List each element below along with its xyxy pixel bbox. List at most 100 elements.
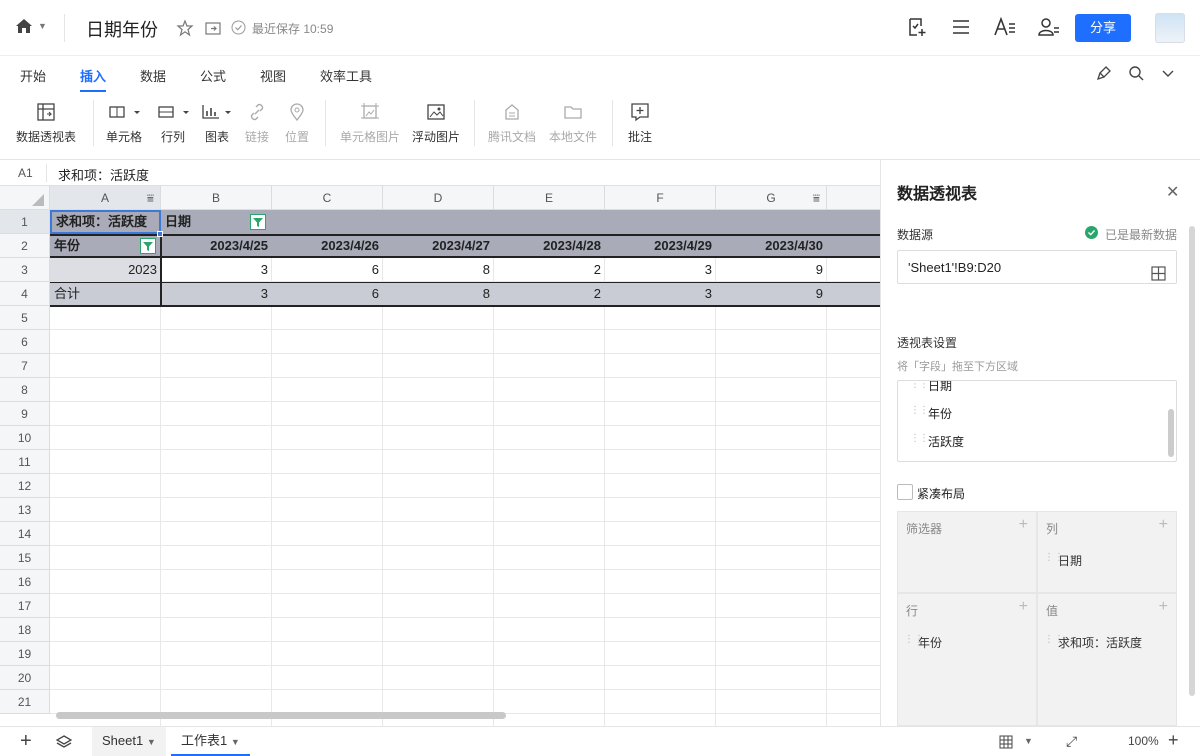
total-cell[interactable]: 3 <box>605 282 716 306</box>
row-header[interactable]: 10 <box>0 426 50 450</box>
cell-reference[interactable]: A1 <box>18 166 33 180</box>
date-header-cell[interactable]: 2023/4/29 <box>605 234 716 258</box>
row-header[interactable]: 7 <box>0 354 50 378</box>
column-filter-icon[interactable]: ⩸ <box>147 186 154 210</box>
fill-handle[interactable] <box>157 231 163 237</box>
row-header[interactable]: 4 <box>0 282 50 306</box>
collaborators-icon[interactable] <box>1037 16 1061 41</box>
sheet-tab-worksheet1[interactable]: 工作表1 ▼ <box>171 727 250 756</box>
star-icon[interactable] <box>176 19 194 40</box>
share-button[interactable]: 分享 <box>1075 14 1131 42</box>
row-header[interactable]: 13 <box>0 498 50 522</box>
column-zone[interactable]: 列 + ⋮⋮ 日期 <box>1037 511 1177 593</box>
value-zone-item[interactable]: 求和项：活跃度 <box>1058 634 1142 651</box>
filter-icon[interactable] <box>140 238 156 254</box>
sheet-list-icon[interactable] <box>55 734 73 753</box>
floating-image-button[interactable]: 浮动图片 <box>412 102 460 145</box>
spreadsheet-grid[interactable]: A ⩸ B C D E F G ⩸ 1 2 3 4 5 6 7 8 9 10 11 12 13 14 15 16 1… <box>0 186 880 726</box>
column-header-f[interactable]: F <box>605 186 716 210</box>
tab-view[interactable]: 视图 <box>260 66 286 85</box>
field-list-scrollbar[interactable] <box>1168 409 1174 457</box>
add-icon[interactable]: + <box>1159 598 1168 616</box>
total-label-cell[interactable]: 合计 <box>50 282 161 306</box>
tab-insert[interactable]: 插入 <box>80 66 107 92</box>
local-file-button[interactable]: 本地文件 <box>549 102 597 145</box>
column-header-a[interactable]: A ⩸ <box>50 186 161 210</box>
field-list[interactable]: ⋮⋮ 日期 ⋮⋮ 年份 ⋮⋮ 活跃度 <box>897 380 1177 462</box>
row-header[interactable]: 11 <box>0 450 50 474</box>
pivot-value-field-cell[interactable]: 求和项：活跃度 <box>50 210 161 234</box>
date-header-cell[interactable]: 2023/4/26 <box>272 234 383 258</box>
row-header[interactable]: 9 <box>0 402 50 426</box>
tab-formula[interactable]: 公式 <box>200 66 226 85</box>
close-icon[interactable]: ✕ <box>1166 182 1179 202</box>
value-cell[interactable]: 9 <box>716 258 827 282</box>
pivot-table-button[interactable]: 数据透视表 <box>16 102 76 145</box>
row-header[interactable]: 6 <box>0 330 50 354</box>
field-item-activity[interactable]: 活跃度 <box>928 433 964 450</box>
collapse-chevron-icon[interactable] <box>1160 64 1176 85</box>
date-header-cell[interactable]: 2023/4/30 <box>716 234 827 258</box>
zoom-level[interactable]: 100% <box>1128 734 1159 748</box>
date-header-cell[interactable]: 2023/4/28 <box>494 234 605 258</box>
row-header[interactable]: 18 <box>0 618 50 642</box>
compact-layout-checkbox[interactable] <box>897 484 913 500</box>
pivot-column-field-cell[interactable]: 日期 <box>161 210 241 234</box>
avatar[interactable] <box>1155 13 1185 43</box>
value-cell[interactable]: 3 <box>161 258 272 282</box>
row-header[interactable]: 16 <box>0 570 50 594</box>
row-header[interactable]: 14 <box>0 522 50 546</box>
column-zone-item[interactable]: 日期 <box>1058 552 1082 569</box>
column-header-e[interactable]: E <box>494 186 605 210</box>
horizontal-scrollbar[interactable] <box>56 712 506 719</box>
value-cell[interactable]: 6 <box>272 258 383 282</box>
grid-view-icon[interactable] <box>998 734 1014 753</box>
brush-icon[interactable] <box>1095 64 1113 85</box>
filter-icon[interactable] <box>250 214 266 230</box>
field-item-date[interactable]: 日期 <box>928 381 952 394</box>
cell-button[interactable]: 单元格 <box>106 102 142 145</box>
link-button[interactable]: 链接 <box>245 102 269 145</box>
total-cell[interactable]: 9 <box>716 282 827 306</box>
chart-button[interactable]: 图表 <box>200 102 234 145</box>
row-header[interactable]: 20 <box>0 666 50 690</box>
tab-data[interactable]: 数据 <box>140 66 166 85</box>
total-cell[interactable]: 2 <box>494 282 605 306</box>
home-button[interactable]: ▼ <box>14 16 47 36</box>
formula-input[interactable]: 求和项：活跃度 <box>58 165 149 184</box>
column-header-g[interactable]: G ⩸ <box>716 186 827 210</box>
add-task-icon[interactable] <box>906 16 928 41</box>
comment-button[interactable]: 批注 <box>628 102 652 145</box>
cell-image-button[interactable]: 单元格图片 <box>340 102 400 145</box>
search-icon[interactable] <box>1127 64 1145 85</box>
panel-scrollbar[interactable] <box>1189 226 1195 696</box>
sheet-tab-sheet1[interactable]: Sheet1 ▼ <box>92 727 166 756</box>
value-cell[interactable]: 8 <box>383 258 494 282</box>
row-header[interactable]: 15 <box>0 546 50 570</box>
row-header[interactable]: 12 <box>0 474 50 498</box>
select-all-corner[interactable] <box>0 186 50 210</box>
row-header[interactable]: 19 <box>0 642 50 666</box>
value-cell[interactable]: 2 <box>494 258 605 282</box>
value-zone[interactable]: 值 + ⋮⋮ 求和项：活跃度 <box>1037 593 1177 726</box>
date-header-cell[interactable]: 2023/4/25 <box>161 234 272 258</box>
total-cell[interactable]: 6 <box>272 282 383 306</box>
add-icon[interactable]: + <box>1019 598 1028 616</box>
column-header-h[interactable] <box>827 186 880 210</box>
row-header[interactable]: 21 <box>0 690 50 714</box>
add-icon[interactable]: + <box>1159 516 1168 534</box>
source-range-input[interactable]: 'Sheet1'!B9:D20 <box>897 250 1177 284</box>
menu-icon[interactable] <box>950 16 972 41</box>
tab-start[interactable]: 开始 <box>20 66 46 85</box>
total-cell[interactable]: 8 <box>383 282 494 306</box>
doc-title[interactable]: 日期年份 <box>86 16 158 42</box>
zoom-in-icon[interactable]: + <box>1168 730 1179 751</box>
fullscreen-icon[interactable]: ⤢ <box>1066 733 1077 750</box>
tab-efficiency-tools[interactable]: 效率工具 <box>320 66 372 85</box>
column-header-c[interactable]: C <box>272 186 383 210</box>
row-header[interactable]: 3 <box>0 258 50 282</box>
column-filter-icon[interactable]: ⩸ <box>813 186 820 210</box>
add-sheet-icon[interactable]: + <box>20 730 32 753</box>
row-header[interactable]: 8 <box>0 378 50 402</box>
row-header[interactable]: 1 <box>0 210 50 234</box>
